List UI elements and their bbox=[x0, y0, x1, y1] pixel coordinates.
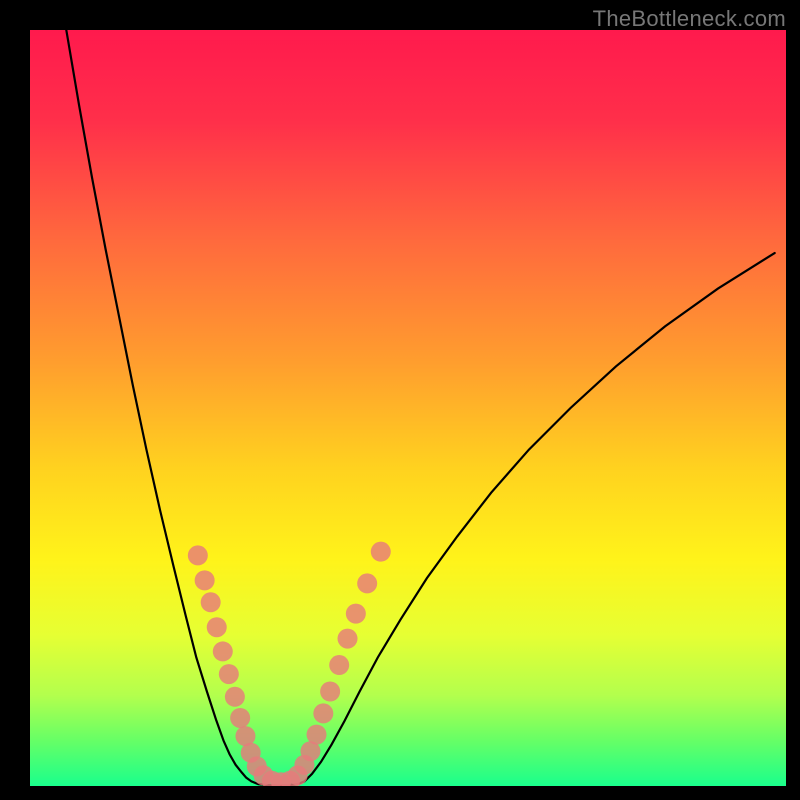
data-point bbox=[213, 641, 233, 661]
data-point bbox=[219, 664, 239, 684]
data-point bbox=[338, 629, 358, 649]
data-point bbox=[320, 682, 340, 702]
chart-plot-area bbox=[30, 30, 786, 786]
data-point bbox=[201, 592, 221, 612]
chart-background bbox=[30, 30, 786, 786]
data-point bbox=[207, 617, 227, 637]
data-point bbox=[346, 604, 366, 624]
data-point bbox=[307, 725, 327, 745]
chart-svg bbox=[30, 30, 786, 786]
data-point bbox=[225, 687, 245, 707]
data-point bbox=[329, 655, 349, 675]
data-point bbox=[313, 703, 333, 723]
data-point bbox=[188, 545, 208, 565]
data-point bbox=[195, 570, 215, 590]
watermark-text: TheBottleneck.com bbox=[593, 6, 786, 32]
data-point bbox=[357, 573, 377, 593]
data-point bbox=[230, 708, 250, 728]
data-point bbox=[371, 542, 391, 562]
